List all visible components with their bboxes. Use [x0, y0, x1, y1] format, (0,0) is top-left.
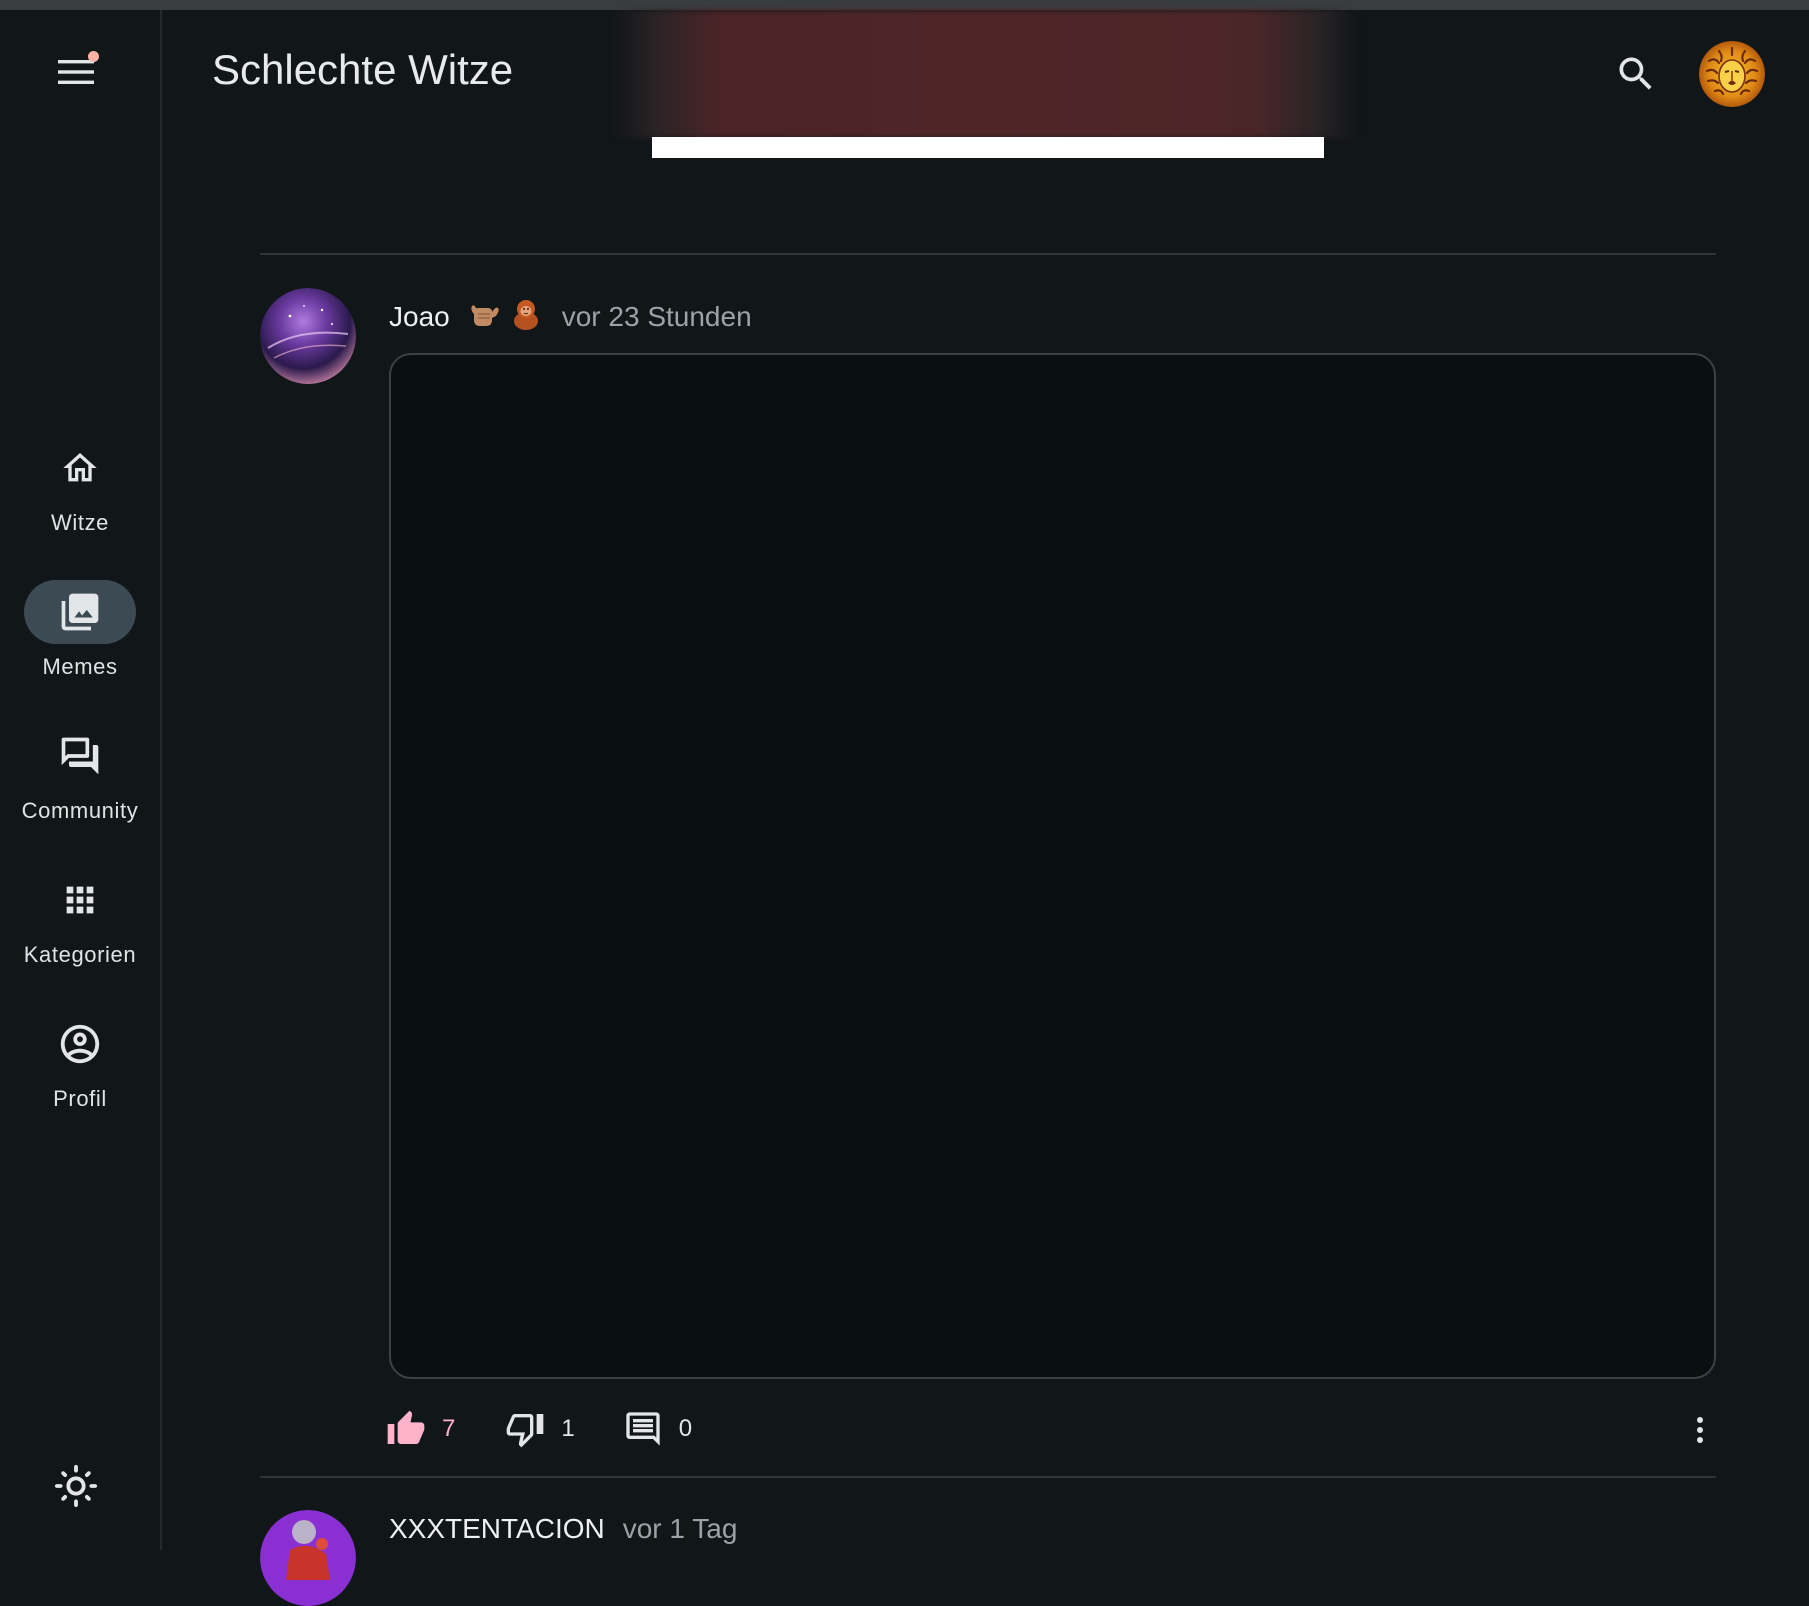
search-icon: [1619, 57, 1652, 90]
orangutan-emoji-icon: [513, 300, 538, 330]
banner-bar: [652, 137, 1324, 158]
nav-icon-container: [24, 436, 136, 500]
menu-icon: [58, 60, 94, 84]
app-title: Schlechte Witze: [212, 46, 514, 93]
nav-label-kategorien: Kategorien: [23, 942, 137, 967]
nav-item-memes[interactable]: Memes: [0, 580, 160, 680]
nav-label-memes: Memes: [42, 654, 118, 679]
purple-avatar-image: [260, 1510, 356, 1606]
post-header: XXXTENTACION vor 1 Tag: [389, 1513, 737, 1545]
post-author-avatar[interactable]: [260, 1510, 356, 1606]
post-actions: 7 1 0: [386, 1404, 692, 1454]
more-vert-icon: [1697, 1417, 1703, 1443]
theme-toggle-button[interactable]: [46, 1456, 106, 1516]
user-avatar[interactable]: [1699, 41, 1765, 107]
post-author-name[interactable]: XXXTENTACION: [389, 1513, 605, 1545]
nav-item-community[interactable]: Community: [0, 724, 160, 824]
thumb-up-icon: [387, 1410, 425, 1444]
forum-icon: [61, 737, 99, 775]
dislike-count: 1: [561, 1415, 575, 1442]
comment-button[interactable]: 0: [623, 1409, 692, 1449]
account-circle-icon: [60, 1024, 100, 1064]
call-me-hand-emoji-icon: [471, 305, 499, 326]
nav-label-witze: Witze: [51, 510, 109, 535]
search-button[interactable]: [1606, 44, 1666, 104]
nav-item-kategorien[interactable]: Kategorien: [0, 868, 160, 968]
dislike-button[interactable]: 1: [505, 1409, 575, 1449]
comment-count: 0: [678, 1415, 693, 1442]
photo-library-icon: [61, 593, 99, 631]
thumb-down-outline-icon: [507, 1414, 544, 1448]
sun-icon: [54, 1464, 98, 1508]
blurred-banner-image: [612, 10, 1360, 138]
post-author-avatar[interactable]: [260, 288, 356, 384]
apps-grid-icon: [66, 886, 94, 914]
like-count: 7: [442, 1415, 456, 1442]
nav-icon-container: [24, 1012, 136, 1076]
nav-icon-container: [24, 580, 136, 644]
lion-avatar-image: [1699, 41, 1765, 107]
window-top-strip: [0, 0, 1809, 10]
post-more-options-button[interactable]: [1680, 1408, 1720, 1452]
galaxy-avatar-image: [260, 288, 356, 384]
notification-dot: [88, 51, 99, 62]
post-header: Joao vor 23 Stunden: [389, 290, 752, 333]
comment-icon: [626, 1412, 660, 1446]
author-emoji-badges: [468, 296, 544, 332]
post-author-name[interactable]: Joao: [389, 301, 450, 333]
feed-divider: [260, 253, 1716, 255]
nav-label-community: Community: [21, 798, 139, 823]
post-image[interactable]: [389, 353, 1716, 1379]
like-button[interactable]: 7: [386, 1409, 455, 1449]
menu-button[interactable]: [46, 42, 106, 102]
nav-icon-container: [24, 868, 136, 932]
nav-item-witze[interactable]: Witze: [0, 436, 160, 536]
nav-label-profil: Profil: [53, 1086, 107, 1111]
feed-divider: [260, 1476, 1716, 1478]
nav-icon-container: [24, 724, 136, 788]
post-timestamp: vor 23 Stunden: [561, 301, 752, 332]
nav-item-profil[interactable]: Profil: [0, 1012, 160, 1112]
home-icon: [63, 453, 97, 482]
post-timestamp: vor 1 Tag: [622, 1513, 738, 1544]
